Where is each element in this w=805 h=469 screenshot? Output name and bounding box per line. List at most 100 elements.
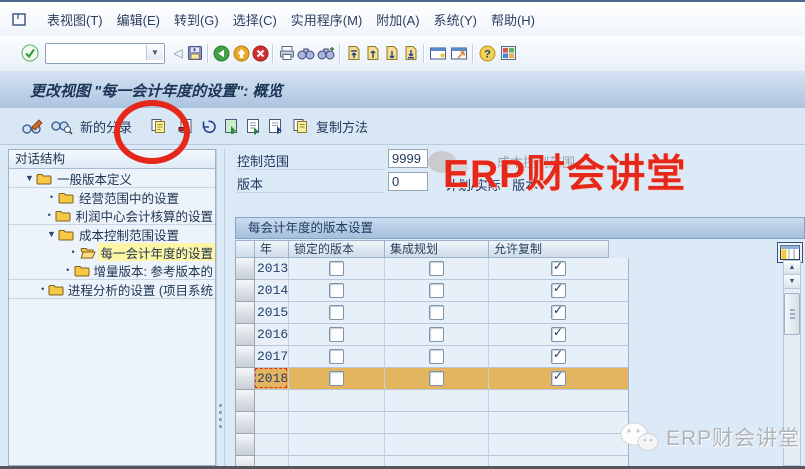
exit-icon[interactable] xyxy=(232,44,250,62)
locked-version-checkbox[interactable] xyxy=(329,349,344,364)
cancel-icon[interactable] xyxy=(251,44,269,62)
find-next-icon[interactable] xyxy=(317,44,335,62)
menu-item[interactable]: 实用程序(M) xyxy=(284,6,370,33)
menu-item[interactable]: 转到(G) xyxy=(167,6,226,33)
print-icon[interactable] xyxy=(278,44,296,62)
page-up-icon[interactable] xyxy=(364,44,382,62)
tree-item[interactable]: •进程分析的设置 (项目系统 xyxy=(9,280,215,299)
year-cell[interactable]: 2018 xyxy=(255,368,289,390)
locked-version-checkbox[interactable] xyxy=(329,371,344,386)
menu-item[interactable]: 系统(Y) xyxy=(427,6,484,33)
integrated-planning-checkbox[interactable] xyxy=(429,283,444,298)
tree-item[interactable]: •经营范围中的设置 xyxy=(9,188,215,206)
copying-allowed-checkbox[interactable] xyxy=(551,305,566,320)
copying-allowed-checkbox[interactable] xyxy=(551,371,566,386)
row-selector[interactable] xyxy=(235,280,255,302)
tree-item[interactable]: •每一会计年度的设置 xyxy=(9,243,215,261)
column-header-locked[interactable]: 锁定的版本 xyxy=(289,240,385,258)
controlling-area-field[interactable]: 9999 xyxy=(388,149,428,168)
integrated-planning-checkbox[interactable] xyxy=(429,371,444,386)
customize-icon[interactable] xyxy=(499,44,517,62)
new-entries-button[interactable]: 新的分录 xyxy=(76,115,136,138)
year-cell[interactable] xyxy=(255,434,289,456)
locked-version-checkbox[interactable] xyxy=(329,261,344,276)
panel-splitter[interactable] xyxy=(216,149,225,466)
tree-item-label: 增量版本: 参考版本的 xyxy=(92,261,215,280)
copy-selected-icon[interactable] xyxy=(267,115,283,137)
locked-version-checkbox[interactable] xyxy=(329,327,344,342)
copy-all-icon[interactable] xyxy=(223,115,239,137)
tree-item[interactable]: •利润中心会计核算的设置 xyxy=(9,206,215,225)
year-cell[interactable] xyxy=(255,390,289,412)
row-selector[interactable] xyxy=(235,434,255,456)
first-page-icon[interactable] xyxy=(345,44,363,62)
copy-method-icon[interactable] xyxy=(292,115,309,137)
undo-icon[interactable] xyxy=(199,115,217,137)
row-selector[interactable] xyxy=(235,302,255,324)
row-selector[interactable] xyxy=(235,390,255,412)
expander-icon[interactable]: ▼ xyxy=(23,173,36,183)
integrated-planning-checkbox[interactable] xyxy=(429,349,444,364)
system-menu-icon[interactable] xyxy=(10,10,28,28)
enter-check-icon[interactable] xyxy=(21,44,39,62)
row-selector[interactable] xyxy=(235,412,255,434)
row-selector[interactable] xyxy=(235,324,255,346)
tree-item[interactable]: ▼一般版本定义 xyxy=(9,169,215,188)
find-icon[interactable] xyxy=(297,44,315,62)
new-session-icon[interactable] xyxy=(429,44,447,62)
command-input[interactable] xyxy=(48,45,148,62)
folder-icon xyxy=(36,172,53,185)
year-cell[interactable] xyxy=(255,412,289,434)
row-selector[interactable] xyxy=(235,368,255,390)
row-selector[interactable] xyxy=(235,258,255,280)
year-cell[interactable]: 2016 xyxy=(255,324,289,346)
copying-allowed-checkbox[interactable] xyxy=(551,261,566,276)
help-icon[interactable]: ? xyxy=(478,44,496,62)
delete-entry-icon[interactable] xyxy=(178,115,193,137)
year-cell[interactable]: 2013 xyxy=(255,258,289,280)
toggle-display-change-icon[interactable] xyxy=(21,115,44,137)
tree-item[interactable]: •增量版本: 参考版本的 xyxy=(9,261,215,280)
overview-icon[interactable] xyxy=(50,115,73,137)
tree-item[interactable]: ▼成本控制范围设置 xyxy=(9,225,215,243)
copying-allowed-checkbox[interactable] xyxy=(551,349,566,364)
command-dropdown-icon[interactable]: ▼ xyxy=(146,45,163,60)
menu-item[interactable]: 附加(A) xyxy=(369,6,426,33)
save-icon[interactable] xyxy=(186,44,204,62)
page-down-icon[interactable] xyxy=(383,44,401,62)
year-cell[interactable]: 2017 xyxy=(255,346,289,368)
integrated-planning-checkbox[interactable] xyxy=(429,327,444,342)
integrated-planning-checkbox[interactable] xyxy=(429,261,444,276)
menu-item[interactable]: 编辑(E) xyxy=(110,6,167,33)
column-header-copying-allowed[interactable]: 允许复制 xyxy=(489,240,609,258)
copy-page-icon[interactable] xyxy=(245,115,261,137)
copying-allowed-checkbox[interactable] xyxy=(551,283,566,298)
scrollbar-thumb[interactable] xyxy=(784,293,800,335)
menu-item[interactable]: 选择(C) xyxy=(226,6,284,33)
scroll-down-icon[interactable]: ▼ xyxy=(784,275,800,289)
expander-icon[interactable]: ▼ xyxy=(45,229,58,239)
scroll-up-icon[interactable]: ▲ xyxy=(784,261,800,275)
row-selector[interactable] xyxy=(235,346,255,368)
locked-version-checkbox[interactable] xyxy=(329,305,344,320)
copying-allowed-checkbox[interactable] xyxy=(551,327,566,342)
splitter-grip-icon[interactable] xyxy=(219,404,222,432)
copy-method-button[interactable]: 复制方法 xyxy=(312,115,372,138)
watermark-bottom-text: ERP财会讲堂 xyxy=(666,422,800,452)
back-icon[interactable] xyxy=(212,44,230,62)
version-field[interactable]: 0 xyxy=(388,172,428,191)
last-page-icon[interactable] xyxy=(402,44,420,62)
shortcut-icon[interactable] xyxy=(450,44,468,62)
select-all-header[interactable] xyxy=(235,240,255,258)
locked-version-checkbox[interactable] xyxy=(329,283,344,298)
year-cell[interactable]: 2014 xyxy=(255,280,289,302)
copy-entry-icon[interactable] xyxy=(150,115,167,137)
column-header-integrated-planning[interactable]: 集成规划 xyxy=(385,240,489,258)
year-cell[interactable]: 2015 xyxy=(255,302,289,324)
menu-item[interactable]: 帮助(H) xyxy=(484,6,542,33)
column-header-year[interactable]: 年 xyxy=(255,240,289,258)
command-field[interactable]: ▼ xyxy=(45,43,165,64)
collapse-icon[interactable]: ◁ xyxy=(169,44,187,62)
menu-item[interactable]: 表视图(T) xyxy=(40,6,110,33)
integrated-planning-checkbox[interactable] xyxy=(429,305,444,320)
